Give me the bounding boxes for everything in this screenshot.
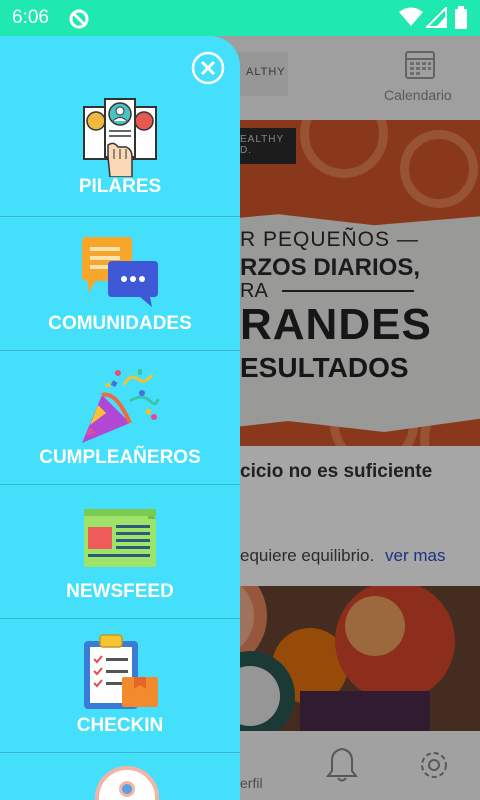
close-drawer-button[interactable] (191, 51, 225, 85)
battery-icon (454, 6, 468, 35)
pillars-icon (80, 97, 160, 178)
menu-item-partial[interactable] (0, 753, 240, 800)
status-time: 6:06 (12, 7, 49, 28)
close-icon (191, 51, 225, 85)
menu-item-label: CUMPLEAÑEROS (39, 447, 201, 468)
party-popper-icon (80, 365, 160, 445)
status-bar: 6:06 (0, 0, 480, 36)
menu-item-newsfeed[interactable]: NEWSFEED (0, 485, 240, 619)
data-saver-icon (68, 8, 90, 35)
navigation-drawer: PILARES COMUNIDADES CUMPLEAÑEROS NEWSFEE… (0, 36, 240, 800)
signal-icon (424, 5, 448, 34)
menu-item-label: PILARES (78, 176, 162, 197)
menu-item-label: COMUNIDADES (48, 313, 192, 334)
chat-bubbles-icon (80, 231, 160, 311)
wifi-icon (398, 6, 424, 33)
menu-item-pilares[interactable]: PILARES (0, 83, 240, 217)
menu-item-label: NEWSFEED (66, 581, 174, 602)
menu-item-checkin[interactable]: CHECKIN (0, 619, 240, 753)
newspaper-icon (80, 499, 160, 579)
clipboard-checklist-icon (80, 633, 160, 713)
menu-item-comunidades[interactable]: COMUNIDADES (0, 217, 240, 351)
profile-avatar-icon (94, 765, 160, 800)
menu-item-label: CHECKIN (76, 715, 164, 736)
menu-item-cumpleaneros[interactable]: CUMPLEAÑEROS (0, 351, 240, 485)
